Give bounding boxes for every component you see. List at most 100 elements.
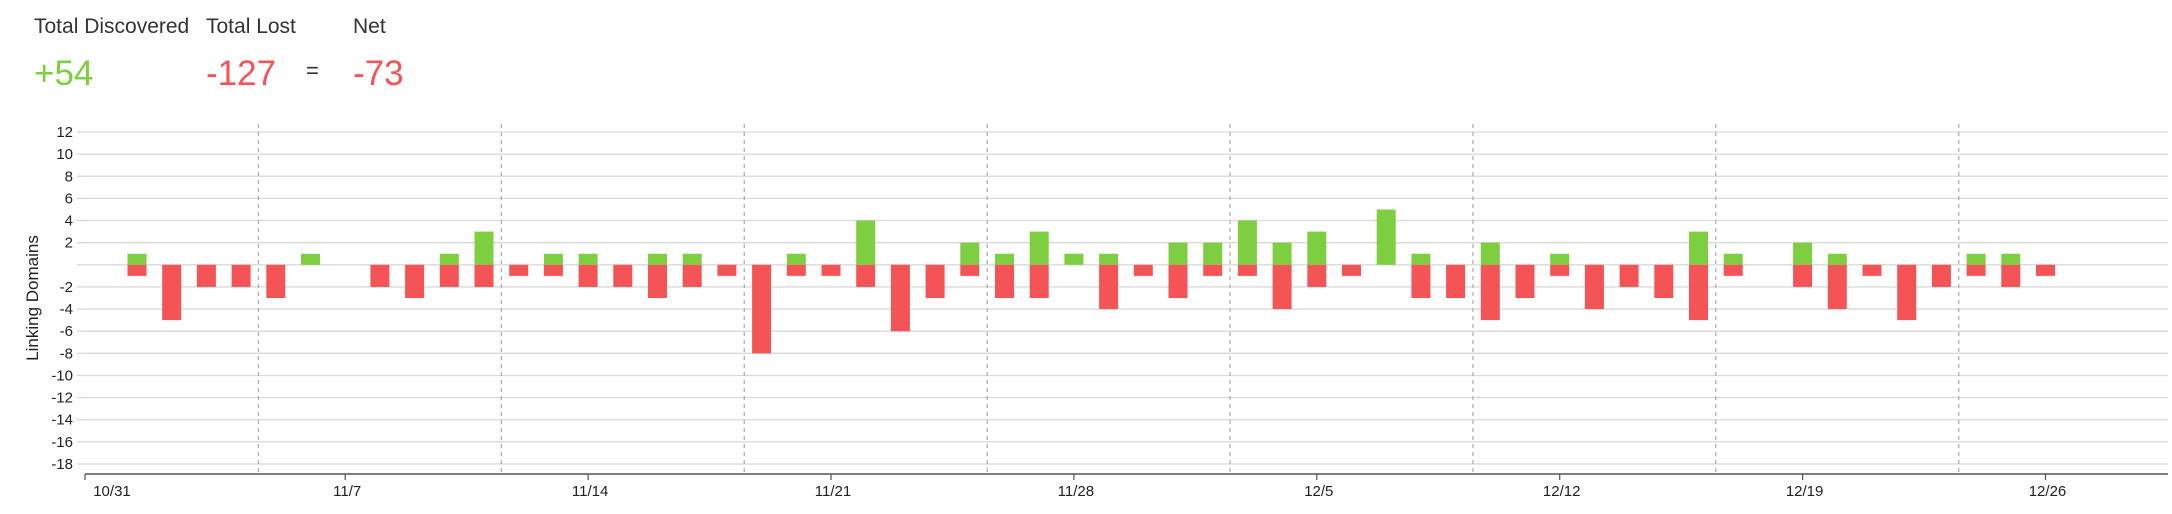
bar-lost (925, 264, 945, 298)
bar-lost (2001, 264, 2021, 287)
bar-lost (1237, 264, 1257, 276)
bar-discovered (682, 253, 702, 265)
bar-discovered (1966, 253, 1986, 265)
y-axis-title: Linking Domains (23, 235, 42, 361)
bar-lost (821, 264, 841, 276)
bar-discovered (1550, 253, 1570, 265)
bar-discovered (127, 253, 147, 265)
bar-lost (266, 264, 286, 298)
y-tick-label: 6 (65, 190, 73, 207)
bar-discovered (1203, 242, 1223, 265)
bar-discovered (648, 253, 667, 265)
bar-lost (543, 264, 563, 276)
bar-lost (1203, 264, 1223, 276)
y-tick-label: -18 (51, 456, 73, 473)
bar-lost (1619, 264, 1639, 287)
bar-lost (786, 264, 806, 276)
bar-discovered (1480, 242, 1500, 265)
bar-discovered (1689, 231, 1708, 265)
bar-lost (856, 264, 876, 287)
bar-lost (1272, 264, 1292, 310)
bar-lost (1446, 264, 1466, 298)
bar-lost (648, 264, 667, 298)
bar-lost (127, 264, 147, 276)
total-lost-label: Total Lost (206, 15, 296, 38)
bar-lost (231, 264, 251, 287)
bar-lost (1307, 264, 1327, 287)
bar-lost (162, 264, 182, 321)
y-tick-label: 8 (65, 168, 73, 185)
bar-lost (1550, 264, 1570, 276)
bar-lost (1689, 264, 1708, 321)
x-tick-label: 10/31 (93, 483, 131, 500)
y-tick-label: -8 (60, 345, 73, 362)
bar-discovered (578, 253, 598, 265)
x-tick-label: 11/28 (1058, 483, 1094, 500)
y-tick-label: -4 (60, 301, 73, 318)
y-tick-label: 12 (56, 124, 73, 141)
bar-discovered (1307, 231, 1327, 265)
y-tick-label: -6 (60, 323, 73, 340)
x-tick-label: 11/21 (815, 483, 851, 500)
y-tick-label: -12 (51, 390, 73, 407)
bar-lost (405, 264, 425, 298)
bar-lost (1411, 264, 1431, 298)
bar-discovered (1827, 253, 1847, 265)
bar-discovered (1237, 220, 1257, 265)
bar-discovered (1376, 209, 1396, 265)
bar-lost (1793, 264, 1813, 287)
bar-lost (474, 264, 494, 287)
linking-domains-chart: 12 10 8 6 4 2 -2 -4 -6 -8 -10 -12 -14 -16 -18 10/31 11/7… (23, 124, 2168, 500)
bar-lost (1654, 264, 1674, 298)
x-tick-label: 12/5 (1304, 483, 1333, 500)
x-tick-label: 11/14 (572, 483, 608, 500)
net-stat: Net -73 (353, 14, 473, 96)
bar-lost (717, 264, 737, 276)
bar-discovered (301, 253, 320, 265)
total-lost-stat: Total Lost -127 (206, 14, 306, 96)
bar-lost (578, 264, 598, 287)
net-label: Net (353, 15, 386, 38)
y-tick-label: 2 (65, 235, 73, 252)
bar-discovered (1723, 253, 1743, 265)
bar-lost (1931, 264, 1951, 287)
bar-discovered (1099, 253, 1119, 265)
bar-lost (1133, 264, 1153, 276)
bar-discovered (1411, 253, 1431, 265)
x-tick-label: 12/26 (2029, 483, 2067, 500)
x-tick-label: 12/19 (1786, 483, 1824, 500)
bar-discovered (1272, 242, 1292, 265)
bar-lost (890, 264, 910, 332)
axis-layer: 12 10 8 6 4 2 -2 -4 -6 -8 -10 -12 -14 -16 -18 10/31 11/7… (23, 124, 2168, 500)
bar-lost (1827, 264, 1847, 310)
bar-lost (995, 264, 1014, 298)
total-discovered-value: +54 (34, 54, 94, 93)
bar-discovered (474, 231, 494, 265)
summary-panel: Total Discovered +54 Total Lost -127 = N… (34, 14, 473, 96)
bar-lost (1480, 264, 1500, 321)
equals-sign: = (306, 58, 319, 83)
bar-discovered (1793, 242, 1813, 265)
bar-lost (1897, 264, 1917, 321)
total-lost-value: -127 (206, 54, 277, 93)
bar-lost (1584, 264, 1604, 310)
y-tick-label: 10 (56, 146, 73, 163)
bar-lost (1342, 264, 1361, 276)
bar-discovered (543, 253, 563, 265)
bar-lost (1966, 264, 1986, 276)
y-tick-label: -14 (51, 412, 73, 429)
bar-discovered (960, 242, 980, 265)
bar-lost (682, 264, 702, 287)
bar-discovered (856, 220, 876, 265)
bar-lost (370, 264, 390, 287)
bar-lost (1099, 264, 1119, 310)
bar-discovered (2001, 253, 2021, 265)
x-tick-label: 12/12 (1543, 483, 1581, 500)
bar-discovered (1064, 253, 1084, 265)
bar-lost (1862, 264, 1882, 276)
bar-discovered (1168, 242, 1188, 265)
bar-discovered (439, 253, 459, 265)
bar-lost (613, 264, 633, 287)
bar-discovered (995, 253, 1014, 265)
bar-lost (1168, 264, 1188, 298)
